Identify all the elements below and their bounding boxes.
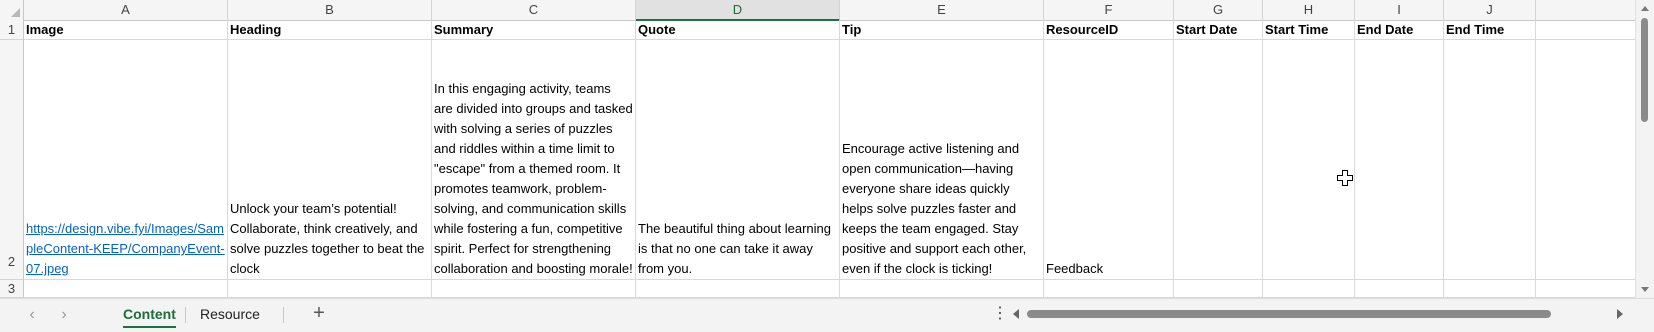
column-header-g[interactable]: G bbox=[1174, 0, 1263, 20]
scroll-up-icon[interactable] bbox=[1641, 6, 1649, 11]
cell-i3[interactable] bbox=[1355, 280, 1444, 298]
cell-k2[interactable] bbox=[1536, 40, 1636, 280]
vertical-scrollbar[interactable] bbox=[1635, 0, 1654, 298]
cell-d1-quote-header[interactable]: Quote bbox=[636, 20, 840, 40]
cell-h3[interactable] bbox=[1263, 280, 1355, 298]
cell-k3[interactable] bbox=[1536, 280, 1636, 298]
cell-f1-resourceid-header[interactable]: ResourceID bbox=[1044, 20, 1174, 40]
cell-b1-heading-header[interactable]: Heading bbox=[228, 20, 432, 40]
more-vertical-icon[interactable]: ⋮ bbox=[992, 305, 1008, 325]
resourceid-text: Feedback bbox=[1046, 261, 1104, 276]
column-header-e[interactable]: E bbox=[840, 0, 1044, 20]
cell-h1-start-time-header[interactable]: Start Time bbox=[1263, 20, 1355, 40]
cell-select-cursor-icon bbox=[1337, 170, 1353, 186]
horizontal-scroll-thumb[interactable] bbox=[1027, 310, 1551, 318]
cell-i1-end-date-header[interactable]: End Date bbox=[1355, 20, 1444, 40]
column-header-f[interactable]: F bbox=[1044, 0, 1174, 20]
cell-e3[interactable] bbox=[840, 280, 1044, 298]
cell-k1-empty[interactable] bbox=[1536, 20, 1636, 40]
cell-d3[interactable] bbox=[636, 280, 840, 298]
summary-text: In this engaging activity, teams are div… bbox=[434, 81, 633, 276]
column-header-b[interactable]: B bbox=[228, 0, 432, 20]
column-header-i[interactable]: I bbox=[1355, 0, 1444, 20]
row-header-3[interactable]: 3 bbox=[0, 280, 24, 298]
cell-j1-end-time-header[interactable]: End Time bbox=[1444, 20, 1536, 40]
column-header-j[interactable]: J bbox=[1444, 0, 1536, 20]
cell-e1-tip-header[interactable]: Tip bbox=[840, 20, 1044, 40]
cell-b2-heading[interactable]: Unlock your team’s potential! Collaborat… bbox=[228, 40, 432, 280]
sheet-tab-content[interactable]: Content bbox=[115, 302, 184, 328]
tab-divider bbox=[185, 307, 186, 323]
scroll-left-icon[interactable] bbox=[1013, 309, 1019, 319]
cell-h2[interactable] bbox=[1263, 40, 1355, 280]
heading-text: Unlock your team’s potential! Collaborat… bbox=[230, 201, 425, 276]
quote-text: The beautiful thing about learning is th… bbox=[638, 221, 831, 276]
tab-divider bbox=[283, 307, 284, 323]
plus-icon[interactable]: + bbox=[308, 303, 330, 325]
cell-a2-image[interactable]: https://design.vibe.fyi/Images/SampleCon… bbox=[24, 40, 228, 280]
horizontal-scrollbar[interactable] bbox=[1013, 306, 1623, 322]
chevron-right-icon[interactable]: › bbox=[54, 307, 74, 323]
sheet-tab-bar: ‹ › Content Resource + ⋮ bbox=[0, 298, 1654, 332]
column-header-h[interactable]: H bbox=[1263, 0, 1355, 20]
cell-f2-resourceid[interactable]: Feedback bbox=[1044, 40, 1174, 280]
cell-f3[interactable] bbox=[1044, 280, 1174, 298]
scroll-right-icon[interactable] bbox=[1617, 309, 1623, 319]
row-header-2[interactable]: 2 bbox=[0, 40, 24, 280]
cell-j3[interactable] bbox=[1444, 280, 1536, 298]
cell-d2-quote[interactable]: The beautiful thing about learning is th… bbox=[636, 40, 840, 280]
cell-c1-summary-header[interactable]: Summary bbox=[432, 20, 636, 40]
chevron-left-icon[interactable]: ‹ bbox=[22, 307, 42, 323]
tip-text: Encourage active listening and open comm… bbox=[842, 141, 1027, 276]
vertical-scroll-thumb[interactable] bbox=[1641, 18, 1648, 122]
column-header-row: A B C D E F G H I J bbox=[0, 0, 1636, 21]
cell-g3[interactable] bbox=[1174, 280, 1263, 298]
column-header-c[interactable]: C bbox=[432, 0, 636, 20]
cell-g2[interactable] bbox=[1174, 40, 1263, 280]
select-all-corner[interactable] bbox=[0, 0, 24, 20]
image-url-link[interactable]: https://design.vibe.fyi/Images/SampleCon… bbox=[26, 219, 225, 279]
sheet-tab-resource[interactable]: Resource bbox=[192, 302, 268, 326]
cell-i2[interactable] bbox=[1355, 40, 1444, 280]
cell-a3[interactable] bbox=[24, 280, 228, 298]
cell-b3[interactable] bbox=[228, 280, 432, 298]
spreadsheet-grid[interactable]: A B C D E F G H I J 1 2 3 Image Heading … bbox=[0, 0, 1636, 298]
cell-g1-start-date-header[interactable]: Start Date bbox=[1174, 20, 1263, 40]
cell-c3[interactable] bbox=[432, 280, 636, 298]
cell-e2-tip[interactable]: Encourage active listening and open comm… bbox=[840, 40, 1044, 280]
cell-c2-summary[interactable]: In this engaging activity, teams are div… bbox=[432, 40, 636, 280]
column-header-d[interactable]: D bbox=[636, 0, 840, 21]
cell-a1-image-header[interactable]: Image bbox=[24, 20, 228, 40]
scroll-down-icon[interactable] bbox=[1641, 287, 1649, 292]
cell-j2[interactable] bbox=[1444, 40, 1536, 280]
column-header-a[interactable]: A bbox=[24, 0, 228, 20]
row-header-1[interactable]: 1 bbox=[0, 20, 24, 40]
